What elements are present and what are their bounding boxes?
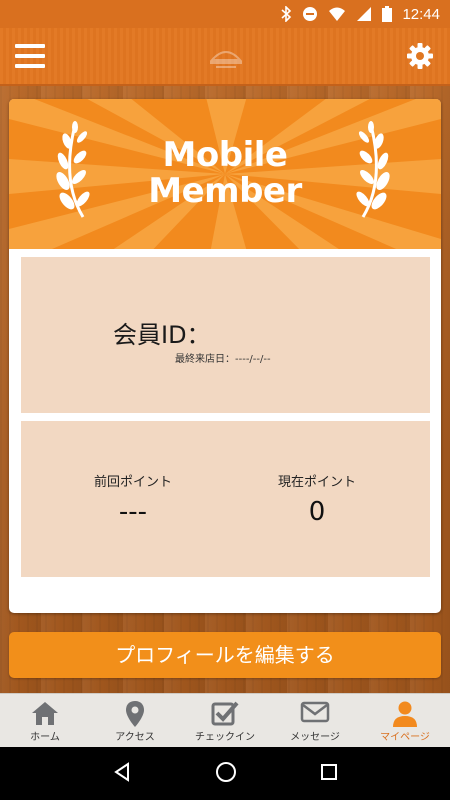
back-button[interactable] bbox=[112, 761, 132, 786]
recents-square-icon bbox=[321, 763, 338, 780]
current-points-label: 現在ポイント bbox=[277, 475, 356, 490]
back-triangle-icon bbox=[113, 761, 129, 782]
checkbox-icon bbox=[211, 701, 239, 726]
app-bar bbox=[0, 28, 450, 86]
tab-message-label: メッセージ bbox=[290, 732, 340, 743]
person-icon bbox=[393, 701, 417, 727]
tab-message[interactable]: メッセージ bbox=[270, 694, 360, 747]
tab-mypage-label: マイページ bbox=[380, 732, 430, 743]
tab-access[interactable]: アクセス bbox=[90, 694, 180, 747]
laurel-right-icon bbox=[356, 121, 390, 218]
envelope-icon bbox=[300, 701, 330, 723]
do-not-disturb-icon bbox=[303, 7, 318, 21]
tab-checkin[interactable]: チェックイン bbox=[180, 694, 270, 747]
home-circle-icon bbox=[215, 761, 236, 782]
tab-checkin-label: チェックイン bbox=[195, 732, 255, 743]
previous-points-value: --- bbox=[118, 497, 148, 527]
tab-mypage[interactable]: マイページ bbox=[360, 694, 450, 747]
current-points-value: 0 bbox=[308, 497, 326, 527]
last-visit-date: 最終来店日：----/--/-- bbox=[175, 354, 271, 365]
tab-access-label: アクセス bbox=[115, 732, 155, 743]
tab-home[interactable]: ホーム bbox=[0, 694, 90, 747]
home-icon bbox=[32, 702, 58, 725]
status-bar: 12:44 bbox=[0, 0, 450, 28]
home-nav-button[interactable] bbox=[215, 761, 237, 787]
hamburger-menu-icon[interactable] bbox=[15, 44, 45, 68]
member-id-panel: 会員ID： 最終来店日：----/--/-- bbox=[21, 257, 430, 413]
bluetooth-icon bbox=[281, 6, 292, 22]
points-panel: 前回ポイント --- 現在ポイント 0 bbox=[21, 421, 430, 577]
previous-points-label: 前回ポイント bbox=[93, 475, 172, 490]
member-card: Mobile Member 会員ID： 最終来店日：----/--/-- 前回ポ… bbox=[9, 99, 441, 613]
recents-button[interactable] bbox=[320, 763, 338, 785]
signal-icon bbox=[357, 7, 372, 21]
battery-icon bbox=[382, 6, 393, 22]
restaurant-logo-icon bbox=[209, 51, 243, 68]
edit-profile-button[interactable]: プロフィールを編集する bbox=[9, 632, 441, 678]
bottom-tab-bar: ホーム アクセス チェックイン メッセージ マイページ bbox=[0, 693, 450, 747]
wifi-icon bbox=[329, 7, 346, 21]
mobile-member-banner: Mobile Member bbox=[9, 99, 441, 249]
status-time: 12:44 bbox=[402, 5, 440, 23]
gear-icon[interactable] bbox=[406, 42, 434, 70]
member-id-label: 会員ID： bbox=[113, 321, 211, 349]
tab-home-label: ホーム bbox=[30, 732, 60, 743]
map-pin-icon bbox=[126, 701, 144, 727]
system-nav-bar bbox=[0, 747, 450, 800]
